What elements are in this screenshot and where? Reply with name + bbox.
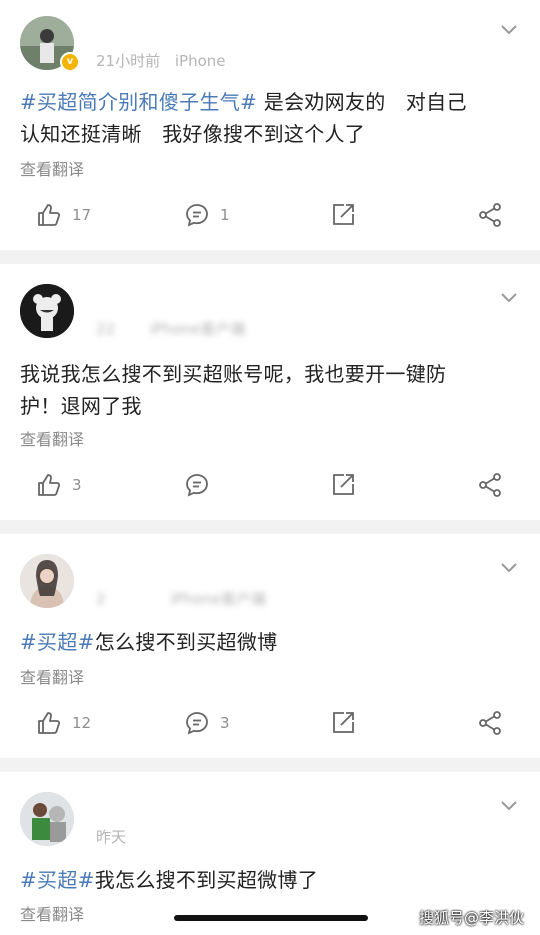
- post-source: iPhone客户端: [170, 590, 266, 608]
- comment-button[interactable]: 3: [184, 703, 230, 743]
- topic-link[interactable]: #买超#: [20, 630, 95, 654]
- post-text: #买超#怎么搜不到买超微博: [20, 626, 520, 658]
- post-text: #买超#我怎么搜不到买超微博了: [20, 864, 520, 896]
- repost-button[interactable]: [330, 195, 356, 235]
- comment-bubble-icon: [186, 204, 208, 227]
- chevron-down-icon[interactable]: [500, 24, 518, 36]
- verified-badge-icon: v: [60, 52, 80, 72]
- post-source: iPhone客户端: [149, 320, 246, 338]
- post-time: 21小时前: [96, 52, 161, 70]
- share-button[interactable]: [477, 703, 503, 743]
- topic-link[interactable]: #买超简介别和傻子生气#: [20, 90, 257, 114]
- post-source: iPhone: [174, 52, 226, 70]
- translate-link[interactable]: 查看翻译: [20, 156, 84, 180]
- post-text-line1: 是会劝网友的 对自己: [257, 90, 467, 114]
- comment-count: 1: [220, 206, 230, 224]
- like-button[interactable]: 12: [36, 703, 91, 743]
- share-button[interactable]: [477, 465, 503, 505]
- comment-bubble-icon: [186, 474, 208, 497]
- translate-link[interactable]: 查看翻译: [20, 426, 84, 450]
- share-button[interactable]: [477, 195, 503, 235]
- topic-link[interactable]: #买超#: [20, 868, 95, 892]
- repost-icon: [333, 474, 354, 495]
- comment-bubble-icon: [186, 712, 208, 735]
- post-meta: 昨天: [96, 826, 136, 847]
- like-count: 3: [72, 476, 82, 494]
- post-text-line2: 认知还挺清晰 我好像搜不到这个人了: [20, 122, 366, 146]
- post-text-line1: 我怎么搜不到买超微博了: [94, 868, 319, 892]
- post-meta: 22 iPhone客户端: [96, 318, 246, 339]
- like-button[interactable]: 17: [36, 195, 91, 235]
- thumbs-up-icon: [38, 712, 61, 734]
- chevron-down-icon[interactable]: [500, 562, 518, 574]
- share-icon: [479, 203, 501, 227]
- repost-button[interactable]: [330, 703, 356, 743]
- like-button[interactable]: 3: [36, 465, 82, 505]
- post-text-line1: 怎么搜不到买超微博: [94, 630, 278, 654]
- repost-icon: [333, 712, 354, 733]
- action-bar: 12 3: [0, 703, 540, 743]
- post-card-1: v 21小时前 iPhone #买超简介别和傻子生气# 是会劝网友的 对自己 认…: [0, 0, 540, 250]
- chevron-down-icon[interactable]: [500, 800, 518, 812]
- comment-button[interactable]: 1: [184, 195, 230, 235]
- chevron-down-icon[interactable]: [500, 292, 518, 304]
- post-card-3: 2 iPhone客户端 #买超#怎么搜不到买超微博 查看翻译 12 3: [0, 534, 540, 758]
- post-time: 昨天: [96, 828, 127, 846]
- post-time: 2: [96, 590, 106, 608]
- post-meta: 21小时前 iPhone: [96, 50, 226, 71]
- comment-count: 3: [220, 714, 230, 732]
- action-bar: 17 1: [0, 195, 540, 235]
- post-text: 我说我怎么搜不到买超账号呢，我也要开一键防 护！退网了我: [20, 358, 520, 422]
- post-text-line1: 我说我怎么搜不到买超账号呢，我也要开一键防: [20, 362, 447, 386]
- avatar[interactable]: [20, 554, 74, 608]
- post-time: 22: [96, 320, 116, 338]
- post-meta: 2 iPhone客户端: [96, 588, 266, 609]
- post-text-line2: 护！退网了我: [20, 394, 142, 418]
- share-icon: [479, 711, 501, 735]
- thumbs-up-icon: [38, 474, 61, 496]
- repost-button[interactable]: [330, 465, 356, 505]
- post-text: #买超简介别和傻子生气# 是会劝网友的 对自己 认知还挺清晰 我好像搜不到这个人…: [20, 86, 520, 150]
- comment-button[interactable]: [184, 465, 210, 505]
- watermark: 搜狐号@李洪伙: [418, 909, 524, 927]
- repost-icon: [333, 204, 354, 225]
- avatar[interactable]: [20, 284, 74, 338]
- home-indicator[interactable]: [174, 915, 368, 921]
- share-icon: [479, 473, 501, 497]
- avatar[interactable]: [20, 792, 74, 846]
- translate-link[interactable]: 查看翻译: [20, 664, 84, 688]
- action-bar: 3: [0, 465, 540, 505]
- translate-link[interactable]: 查看翻译: [20, 901, 84, 925]
- post-card-2: 22 iPhone客户端 我说我怎么搜不到买超账号呢，我也要开一键防 护！退网了…: [0, 264, 540, 520]
- like-count: 12: [72, 714, 92, 732]
- thumbs-up-icon: [38, 204, 61, 226]
- like-count: 17: [72, 206, 92, 224]
